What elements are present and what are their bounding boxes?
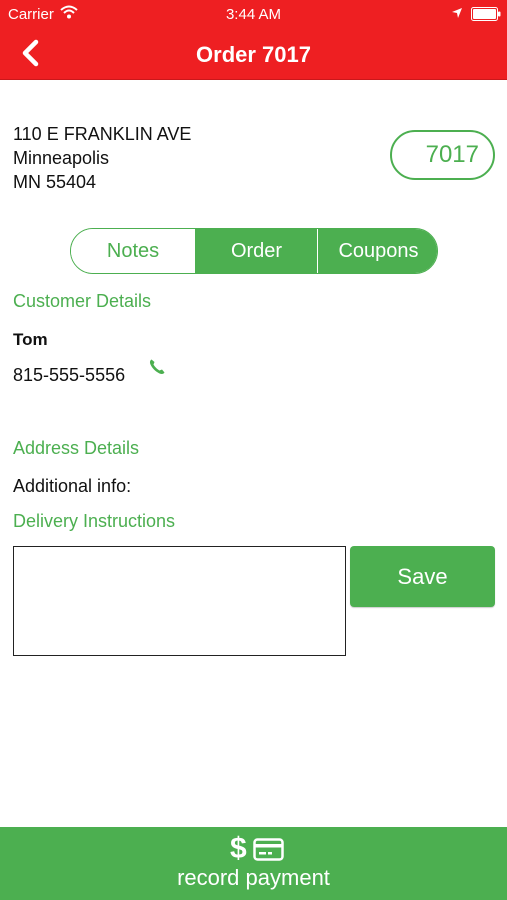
record-payment-label: record payment (177, 865, 330, 890)
dollar-icon: $ (230, 832, 247, 865)
header: Carrier 3:44 AM Order 7017 (0, 0, 507, 80)
nav-bar: Order 7017 (0, 28, 507, 80)
status-time: 3:44 AM (225, 6, 282, 23)
tab-coupons[interactable]: Coupons (317, 229, 437, 273)
credit-card-icon (253, 838, 284, 861)
status-bar: Carrier 3:44 AM (0, 0, 507, 28)
tab-notes[interactable]: Notes (71, 229, 195, 273)
delivery-instructions-field[interactable] (13, 546, 346, 656)
customer-details-heading: Customer Details (13, 291, 152, 311)
address-line-1: 110 E FRANKLIN AVE (13, 124, 192, 144)
order-number-badge: 7017 (390, 130, 495, 180)
address-details-heading: Address Details (13, 438, 140, 458)
phone-icon[interactable] (148, 358, 166, 376)
page-title: Order 7017 (196, 42, 311, 67)
customer-phone: 815-555-5556 (13, 365, 126, 385)
battery-icon (471, 7, 501, 21)
customer-name: Tom (13, 330, 48, 349)
delivery-address: 110 E FRANKLIN AVE Minneapolis MN 55404 (13, 122, 191, 194)
save-button[interactable]: Save (350, 546, 495, 607)
address-line-2: Minneapolis (13, 148, 110, 168)
address-line-3: MN 55404 (13, 172, 97, 192)
additional-info-label: Additional info: (13, 476, 132, 496)
tab-bar: Notes Order Coupons (70, 228, 438, 274)
record-payment-button[interactable]: $ record payment (0, 827, 507, 900)
location-arrow-icon (452, 8, 462, 18)
delivery-instructions-heading: Delivery Instructions (13, 511, 176, 531)
tab-order[interactable]: Order (195, 229, 317, 273)
